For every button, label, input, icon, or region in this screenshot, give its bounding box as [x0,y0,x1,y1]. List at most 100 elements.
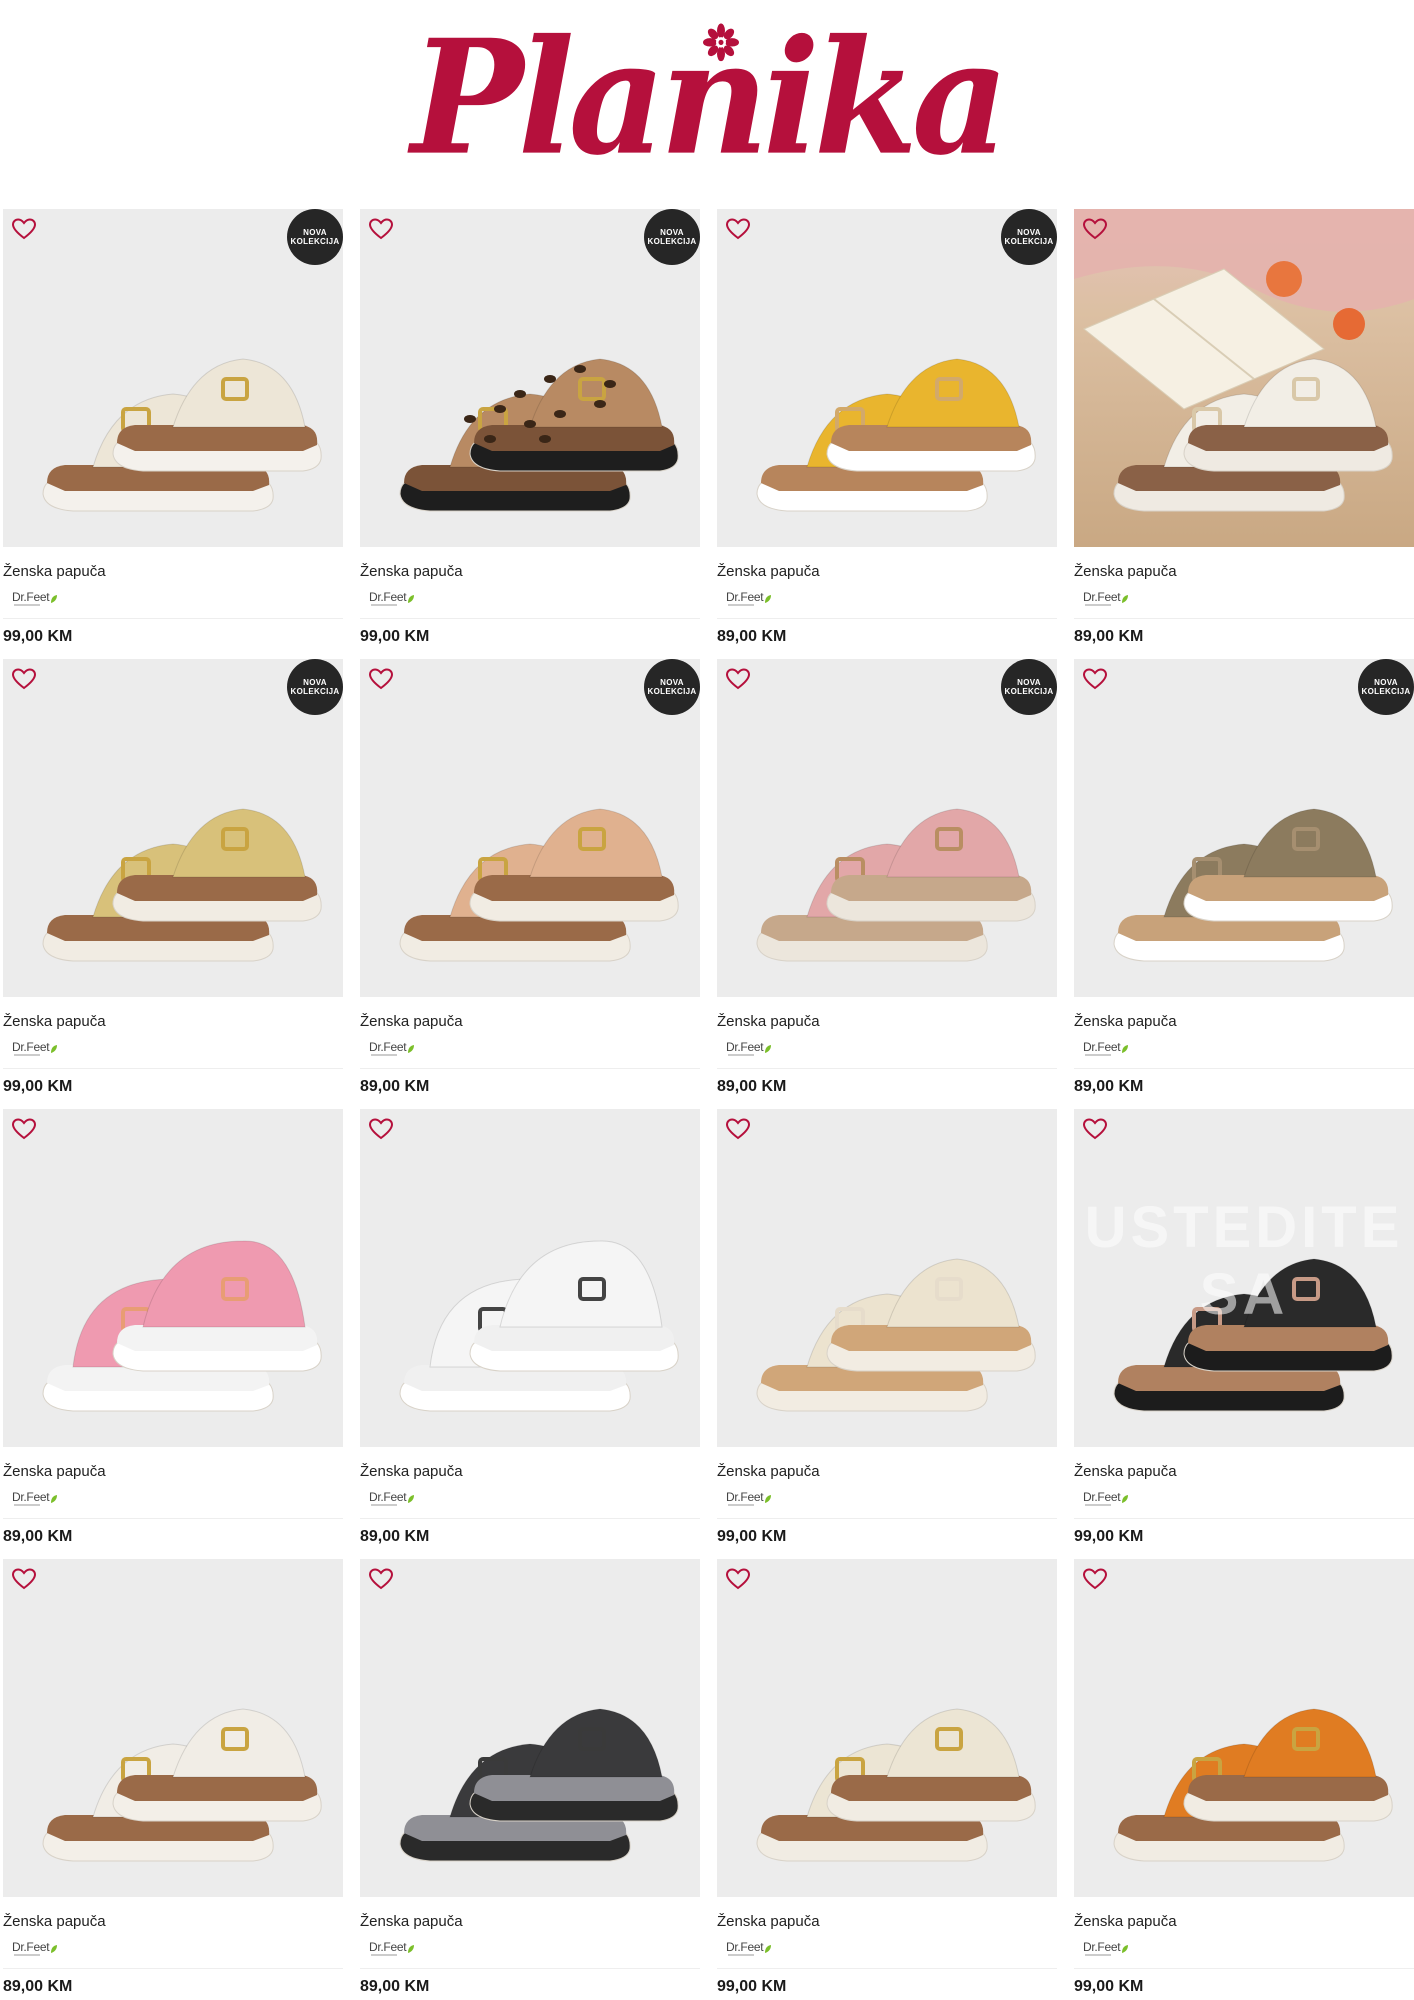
product-name[interactable]: Ženska papuča [1074,1463,1177,1480]
badge-line: NOVA [660,228,684,237]
planika-logo[interactable]: Planika [411,19,1009,177]
product-image [756,358,1036,512]
product-photo[interactable] [3,1559,343,1897]
product-image [1113,808,1393,962]
product-photo[interactable]: NOVA KOLEKCIJA [360,659,700,997]
badge-line: KOLEKCIJA [1004,237,1054,246]
product-name[interactable]: Ženska papuča [3,1463,106,1480]
product-name[interactable]: Ženska papuča [717,1013,820,1030]
product-name[interactable]: Ženska papuča [717,1913,820,1930]
product-price: 99,00 KM [3,1078,73,1095]
wishlist-heart-icon[interactable] [11,1567,37,1591]
product-photo[interactable]: NOVA KOLEKCIJA [717,659,1057,997]
leaf-icon [765,595,772,603]
wishlist-heart-icon[interactable] [725,667,751,691]
product-name[interactable]: Ženska papuča [1074,1913,1177,1930]
brand-tagline-line [728,604,754,606]
wishlist-heart-icon[interactable] [11,667,37,691]
brand-name: Dr.Feet [1083,590,1121,604]
brand-logo: Dr.Feet [726,1940,772,1956]
new-collection-badge: NOVA KOLEKCIJA [287,659,343,715]
product-card[interactable]: Ženska papuča Dr.Feet 99,00 KM [1074,1559,1414,1999]
product-name[interactable]: Ženska papuča [3,563,106,580]
product-photo[interactable]: NOVA KOLEKCIJA [3,659,343,997]
brand-name: Dr.Feet [726,1040,764,1054]
divider [717,1968,1057,1969]
product-image [756,1258,1036,1412]
product-image [399,1240,679,1412]
wishlist-heart-icon[interactable] [725,1567,751,1591]
product-photo[interactable] [1074,209,1414,547]
wishlist-heart-icon[interactable] [1082,1117,1108,1141]
wishlist-heart-icon[interactable] [368,1117,394,1141]
product-card[interactable]: USTEDITE SA Ženska papuča Dr.Feet 99,00 KM [1074,1109,1414,1549]
edelweiss-icon [702,22,739,61]
wishlist-heart-icon[interactable] [725,217,751,241]
divider [360,1968,700,1969]
product-card[interactable]: Ženska papuča Dr.Feet 89,00 KM [3,1559,343,1999]
product-card[interactable]: Ženska papuča Dr.Feet 89,00 KM [360,1559,700,1999]
brand-logo: Dr.Feet [1083,1940,1129,1956]
wishlist-heart-icon[interactable] [368,667,394,691]
wishlist-heart-icon[interactable] [368,217,394,241]
product-card[interactable]: NOVA KOLEKCIJA Ženska papuča Dr.Feet 99,00 K… [360,209,700,649]
product-photo[interactable]: USTEDITE SA [1074,1109,1414,1447]
product-card[interactable]: Ženska papuča Dr.Feet 89,00 KM [360,1109,700,1549]
brand-logo: Dr.Feet [726,1040,772,1056]
product-card[interactable]: NOVA KOLEKCIJA Ženska papuča Dr.Feet 89,00 K… [717,659,1057,1099]
wishlist-heart-icon[interactable] [11,1117,37,1141]
product-name[interactable]: Ženska papuča [717,1463,820,1480]
brand-logo: Dr.Feet [369,590,415,606]
product-price: 89,00 KM [1074,1078,1144,1095]
brand-logo: Dr.Feet [12,590,58,606]
wishlist-heart-icon[interactable] [1082,667,1108,691]
product-photo[interactable] [360,1559,700,1897]
product-name[interactable]: Ženska papuča [1074,563,1177,580]
product-photo[interactable] [360,1109,700,1447]
product-name[interactable]: Ženska papuča [717,563,820,580]
product-name[interactable]: Ženska papuča [360,563,463,580]
product-card[interactable]: NOVA KOLEKCIJA Ženska papuča Dr.Feet 89,00 K… [717,209,1057,649]
product-card[interactable]: NOVA KOLEKCIJA Ženska papuča Dr.Feet 99,00 K… [3,209,343,649]
product-name[interactable]: Ženska papuča [3,1013,106,1030]
product-photo[interactable] [717,1559,1057,1897]
badge-line: NOVA [303,228,327,237]
wishlist-heart-icon[interactable] [368,1567,394,1591]
product-card[interactable]: Ženska papuča Dr.Feet 99,00 KM [717,1559,1057,1999]
product-photo[interactable] [717,1109,1057,1447]
product-photo[interactable]: NOVA KOLEKCIJA [1074,659,1414,997]
product-card[interactable]: NOVA KOLEKCIJA Ženska papuča Dr.Feet 89,00 K… [1074,659,1414,1099]
product-name[interactable]: Ženska papuča [360,1463,463,1480]
product-card[interactable]: Ženska papuča Dr.Feet 89,00 KM [1074,209,1414,649]
leaf-icon [408,595,415,603]
badge-line: NOVA [303,678,327,687]
product-photo[interactable]: NOVA KOLEKCIJA [360,209,700,547]
product-price: 99,00 KM [3,628,73,645]
wishlist-heart-icon[interactable] [1082,217,1108,241]
product-card[interactable]: NOVA KOLEKCIJA Ženska papuča Dr.Feet 89,00 K… [360,659,700,1099]
product-name[interactable]: Ženska papuča [1074,1013,1177,1030]
wishlist-heart-icon[interactable] [11,217,37,241]
product-photo[interactable] [3,1109,343,1447]
product-card[interactable]: Ženska papuča Dr.Feet 89,00 KM [3,1109,343,1549]
product-photo[interactable] [1074,1559,1414,1897]
product-name[interactable]: Ženska papuča [3,1913,106,1930]
product-photo[interactable]: NOVA KOLEKCIJA [3,209,343,547]
wishlist-heart-icon[interactable] [1082,1567,1108,1591]
product-card[interactable]: NOVA KOLEKCIJA Ženska papuča Dr.Feet 99,00 K… [3,659,343,1099]
brand-logo: Dr.Feet [12,1490,58,1506]
new-collection-badge: NOVA KOLEKCIJA [1001,209,1057,265]
brand-logo: Dr.Feet [369,1490,415,1506]
product-card[interactable]: Ženska papuča Dr.Feet 99,00 KM [717,1109,1057,1549]
brand-tagline-line [14,1954,40,1956]
leaf-icon [51,595,58,603]
promo-watermark: USTEDITE SA [1084,1195,1404,1327]
leaf-icon [51,1045,58,1053]
product-image [1074,209,1414,547]
wishlist-heart-icon[interactable] [725,1117,751,1141]
product-name[interactable]: Ženska papuča [360,1913,463,1930]
product-photo[interactable]: NOVA KOLEKCIJA [717,209,1057,547]
badge-line: KOLEKCIJA [647,687,697,696]
brand-tagline-line [1085,1954,1111,1956]
product-name[interactable]: Ženska papuča [360,1013,463,1030]
